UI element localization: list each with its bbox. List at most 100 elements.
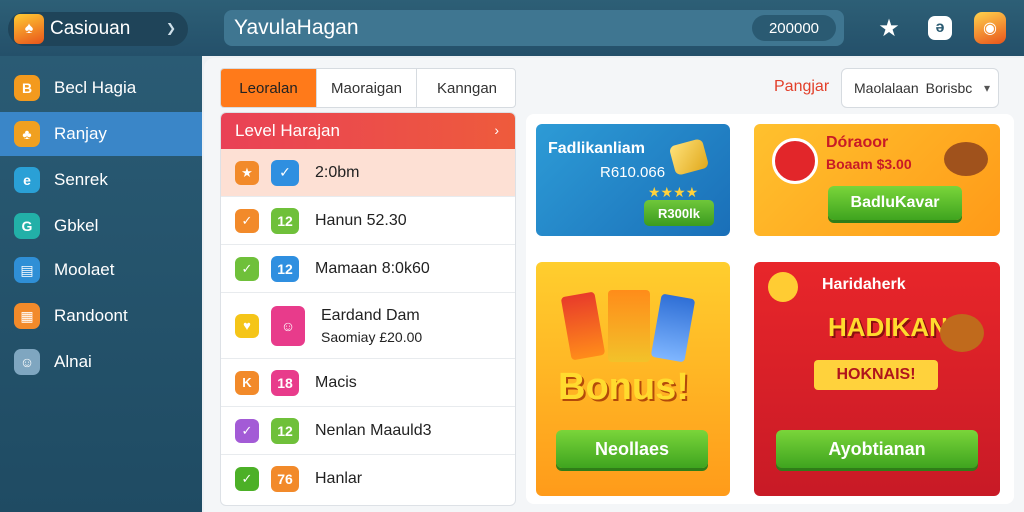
k-badge-icon: K <box>235 370 259 395</box>
face-tile-icon: ☺ <box>271 305 305 346</box>
grid-icon: ▦ <box>14 303 40 329</box>
snack-bag-icon <box>650 293 696 363</box>
level-tile: 12 <box>271 255 299 282</box>
list-item[interactable]: K 18 Macis <box>221 359 515 407</box>
promo-card-doraoor[interactable]: Dóraoor Boaam $3.00 BadluKavar <box>754 124 1000 236</box>
promo-button[interactable]: Neollaes <box>556 430 708 468</box>
app-name: Casiouan <box>50 18 131 39</box>
promo-row-bottom: Bonus! Neollaes Haridaherk HADIKAN! HOKN… <box>526 250 1014 504</box>
gift-icon[interactable]: ◉ <box>974 12 1006 44</box>
list-item[interactable]: ★ ✓ 2:0bm <box>221 149 515 197</box>
filter-label[interactable]: Pangjar <box>774 78 829 96</box>
sidebar-item-senrek[interactable]: e Senrek <box>0 158 202 202</box>
list-item[interactable]: ✓ 12 Mamaan 8:0k60 <box>221 245 515 293</box>
chevron-down-icon: ❯ <box>165 21 176 35</box>
chevron-down-icon: ▾ <box>983 81 990 95</box>
level-tile: 18 <box>271 369 299 396</box>
stars-icon: ★★★★ <box>648 184 699 200</box>
level-tile: 12 <box>271 207 299 234</box>
promo-title: Dóraoor <box>826 134 889 151</box>
search-input[interactable]: YavulaHagan <box>234 16 359 40</box>
promo-card-bonus[interactable]: Bonus! Neollaes <box>536 262 730 496</box>
row-text: Eardand Dam Saomiay £20.00 <box>321 307 422 345</box>
sidebar-item-label: Ranjay <box>54 124 107 143</box>
check-badge-icon: ✓ <box>235 418 259 443</box>
casino-logo-icon: ♠ <box>14 14 44 44</box>
sidebar-item-gbkel[interactable]: G Gbkel <box>0 204 202 248</box>
promo-headline: HADIKAN! <box>828 312 957 342</box>
promo-title: Haridaherk <box>822 276 906 293</box>
row-label: Nenlan Maauld3 <box>315 421 432 439</box>
promo-button[interactable]: R300lk <box>644 200 714 226</box>
list-item[interactable]: ✓ 12 Nenlan Maauld3 <box>221 407 515 455</box>
sidebar-item-label: Gbkel <box>54 216 99 235</box>
heart-badge-icon: ♥ <box>235 313 259 338</box>
tab-bar: Leoralan Maoraigan Kanngan <box>220 68 516 108</box>
list-item[interactable]: ✓ 12 Hanun 52.30 <box>221 197 515 245</box>
row-label: Hanun 52.30 <box>315 211 407 229</box>
row-label: Macis <box>315 373 357 391</box>
check-badge-icon: ✓ <box>235 467 259 491</box>
list-item[interactable]: ♥ ☺ Eardand Dam Saomiay £20.00 <box>221 293 515 359</box>
brand-switcher[interactable]: ♠ Casiouan ❯ <box>8 12 188 46</box>
sidebar-item-moolaet[interactable]: ▤ Moolaet <box>0 248 202 292</box>
coin-balance[interactable]: 200000 <box>752 15 836 41</box>
star-icon[interactable]: ★ <box>873 12 905 44</box>
level-header[interactable]: Level Harajan › <box>221 113 515 149</box>
promo-title: Bonus! <box>558 366 689 408</box>
level-tile: 12 <box>271 417 299 444</box>
promo-title: Fadlikanliam <box>548 140 645 157</box>
star-badge-icon: ★ <box>235 160 259 185</box>
check-tile-icon: ✓ <box>271 159 299 186</box>
card-icon: ▤ <box>14 257 40 283</box>
promo-card-haridaherk[interactable]: Haridaherk HADIKAN! HOKNAIS! Ayobtianan <box>754 262 1000 496</box>
bag-icon: B <box>14 75 40 101</box>
globe-icon: G <box>14 213 40 239</box>
gold-gem-icon <box>668 138 710 176</box>
list-item[interactable]: ✓ 76 Hanlar <box>221 455 515 503</box>
promo-button[interactable]: BadluKavar <box>828 186 962 220</box>
search-bar[interactable]: YavulaHagan 200000 <box>224 10 844 46</box>
chat-icon: e <box>14 167 40 193</box>
promo-button[interactable]: Ayobtianan <box>776 430 978 468</box>
main-panel: Leoralan Maoraigan Kanngan Pangjar Maola… <box>204 58 1024 512</box>
sidebar-item-becl-hagia[interactable]: B Becl Hagia <box>0 66 202 110</box>
gift-box-icon <box>772 138 818 184</box>
sidebar-item-label: Senrek <box>54 170 108 189</box>
check-badge-icon: ✓ <box>235 208 259 233</box>
row-label: Eardand Dam <box>321 306 420 324</box>
tab-leoralan[interactable]: Leoralan <box>221 69 317 107</box>
promo-banner: HOKNAIS! <box>814 360 938 390</box>
row-label: 2:0bm <box>315 163 360 181</box>
level-tile: 76 <box>271 466 299 492</box>
sidebar-item-alnai[interactable]: ☺ Alnai <box>0 340 202 384</box>
check-badge-icon: ✓ <box>235 256 259 281</box>
sidebar-item-label: Becl Hagia <box>54 78 137 97</box>
promo-sub: Boaam $3.00 <box>826 156 912 172</box>
tab-kanngan[interactable]: Kanngan <box>417 69 515 107</box>
mascot-icon: ☺ <box>14 349 40 375</box>
badge-icon <box>768 272 798 302</box>
filter-dropdown[interactable]: Maolalaan Borisbc ▾ <box>841 68 999 108</box>
row-label: Hanlar <box>315 470 363 487</box>
food-bowl-icon <box>944 142 988 176</box>
sidebar: B Becl Hagia ♣ Ranjay e Senrek G Gbkel ▤… <box>0 56 202 512</box>
user-icon[interactable]: ə <box>924 12 956 44</box>
sidebar-item-label: Moolaet <box>54 260 115 279</box>
promo-amount: R610.066 <box>600 164 666 181</box>
sidebar-item-label: Alnai <box>54 352 92 371</box>
sidebar-item-randoont[interactable]: ▦ Randoont <box>0 294 202 338</box>
filter-selected-value: Maolalaan Borisbc <box>854 80 973 96</box>
game-icon: ♣ <box>14 121 40 147</box>
tab-maoraigan[interactable]: Maoraigan <box>317 69 417 107</box>
level-title: Level Harajan <box>235 121 340 140</box>
snack-bag-icon <box>560 291 606 361</box>
promo-card-fadlikanliam[interactable]: Fadlikanliam R610.066 ★★★★ R300lk <box>536 124 730 236</box>
food-bowl-icon <box>940 314 984 352</box>
snack-bag-icon <box>608 290 650 362</box>
chevron-right-icon: › <box>494 122 499 138</box>
top-bar: ♠ Casiouan ❯ YavulaHagan 200000 ★ ə ◉ <box>0 0 1024 56</box>
sidebar-item-ranjay[interactable]: ♣ Ranjay <box>0 112 202 156</box>
level-list: Level Harajan › ★ ✓ 2:0bm ✓ 12 Hanun 52.… <box>220 112 516 506</box>
row-sub: Saomiay £20.00 <box>321 328 423 345</box>
